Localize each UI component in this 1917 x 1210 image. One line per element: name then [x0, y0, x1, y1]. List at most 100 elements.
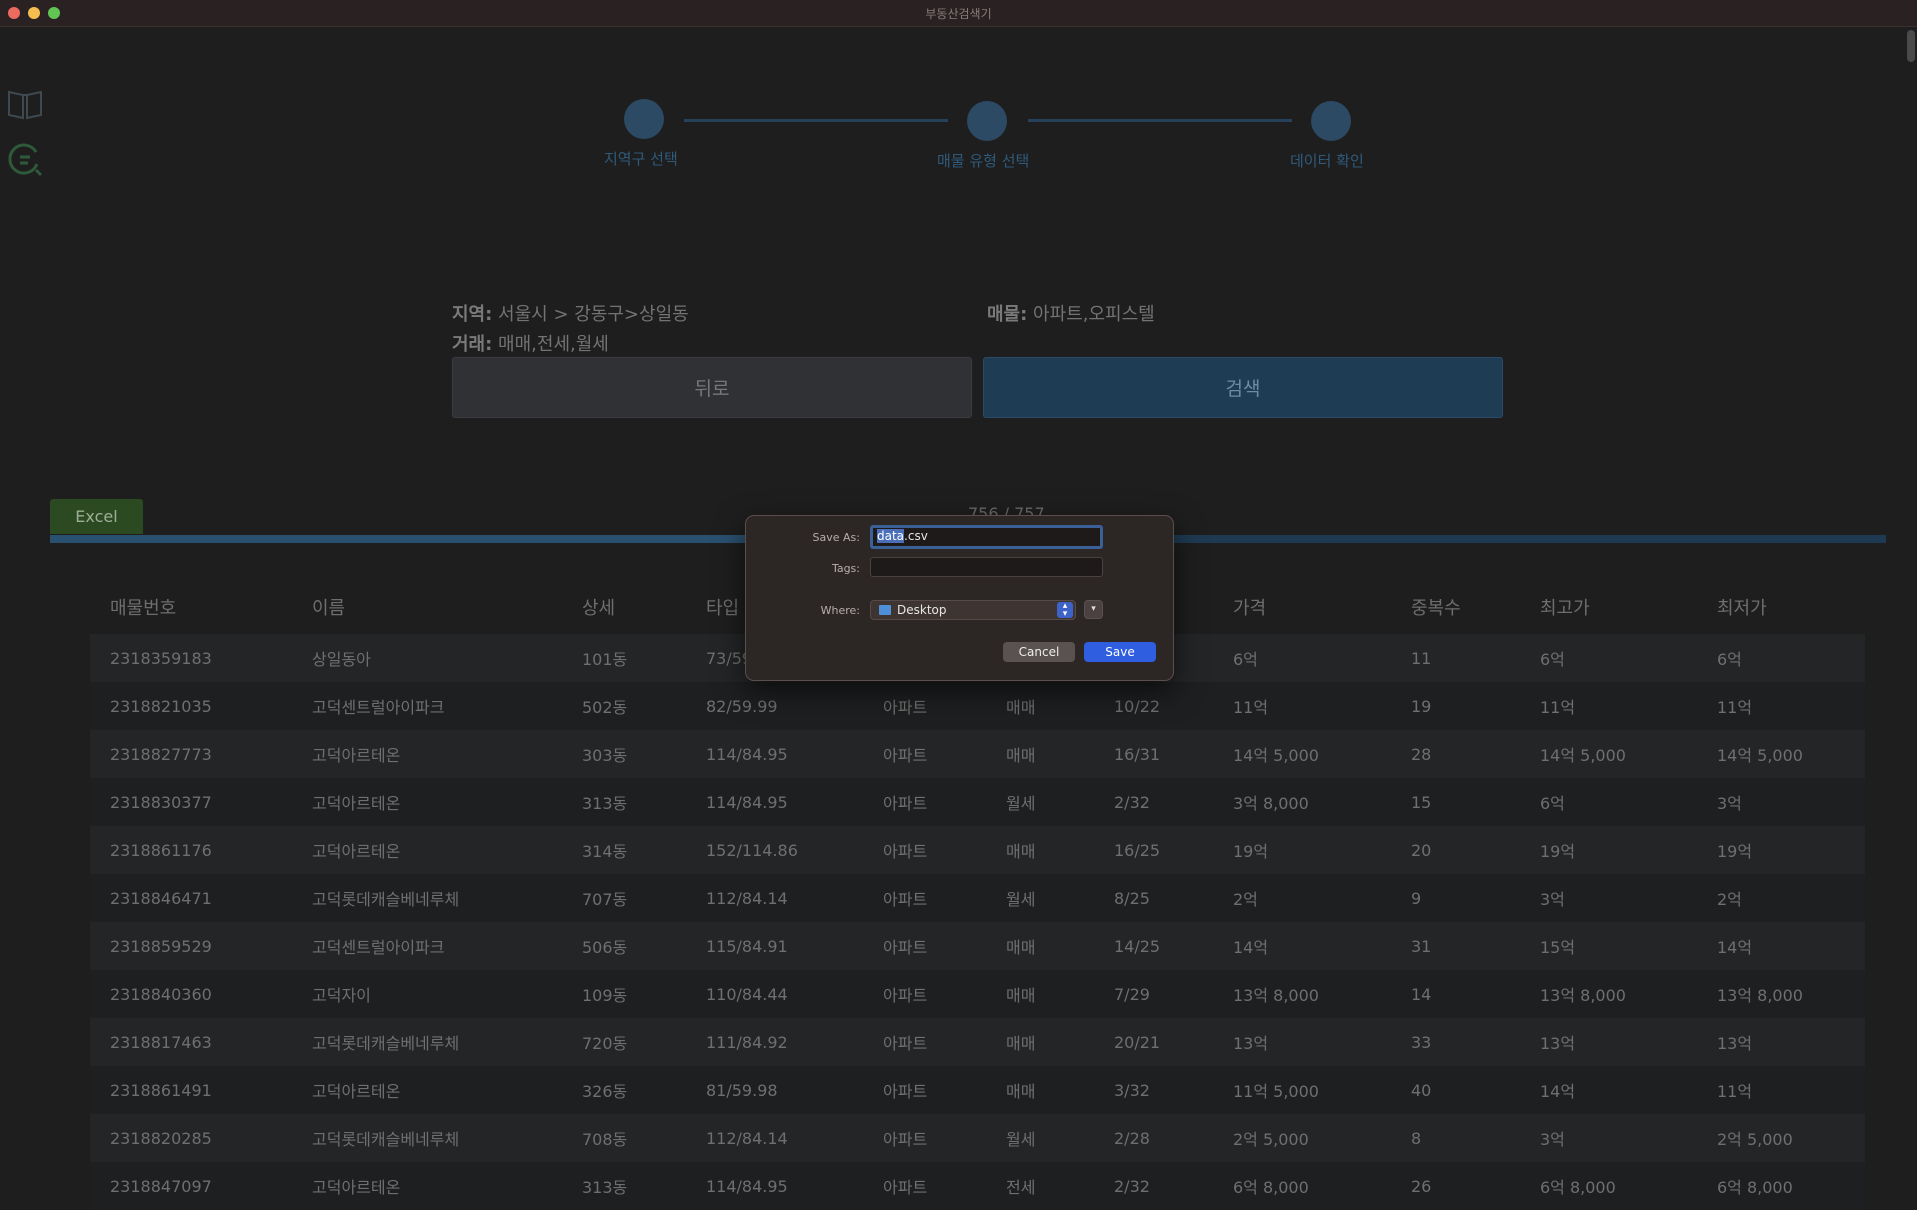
book-icon[interactable]	[6, 84, 44, 122]
table-cell: 15	[1391, 778, 1520, 826]
col-header[interactable]: 최고가	[1520, 580, 1697, 634]
table-row[interactable]: 2318830377 고덕아르테온 313동 114/84.95 아파트 월세 2/32 3억…	[90, 778, 1865, 826]
table-cell: 2318821035	[90, 682, 292, 730]
table-cell: 아파트	[863, 730, 986, 778]
window-title: 부동산검색기	[925, 7, 992, 21]
table-cell: 2억	[1697, 874, 1865, 922]
excel-export-button[interactable]: Excel	[50, 499, 143, 534]
table-cell: 14억 5,000	[1520, 730, 1697, 778]
table-cell: 매매	[986, 1066, 1094, 1114]
refresh-search-icon[interactable]	[6, 140, 44, 178]
table-row[interactable]: 2318840360 고덕자이 109동 110/84.44 아파트 매매 7/29 13억 …	[90, 970, 1865, 1018]
table-row[interactable]: 2318861176 고덕아르테온 314동 152/114.86 아파트 매매 16/25…	[90, 826, 1865, 874]
where-select[interactable]: Desktop ▴ ▾	[870, 600, 1076, 620]
table-cell: 13억	[1697, 1018, 1865, 1066]
where-label: Where:	[820, 604, 860, 617]
table-cell: 14억	[1213, 922, 1391, 970]
save-button[interactable]: Save	[1084, 642, 1156, 662]
progress-fill	[50, 535, 822, 543]
cancel-button[interactable]: Cancel	[1003, 642, 1075, 662]
table-cell: 3억 8,000	[1213, 778, 1391, 826]
table-cell: 2318817463	[90, 1018, 292, 1066]
col-header[interactable]: 상세	[562, 580, 686, 634]
property-label: 매물:	[987, 304, 1028, 325]
table-cell: 31	[1391, 922, 1520, 970]
region-value: 서울시 > 강동구>상일동	[492, 304, 689, 325]
table-cell: 707동	[562, 874, 686, 922]
table-cell: 110/84.44	[686, 970, 863, 1018]
table-cell: 9	[1391, 874, 1520, 922]
back-button[interactable]: 뒤로	[452, 357, 972, 418]
table-row[interactable]: 2318859529 고덕센트럴아이파크 506동 115/84.91 아파트 매매 14/…	[90, 922, 1865, 970]
table-cell: 2318847097	[90, 1162, 292, 1210]
table-cell: 2/28	[1094, 1114, 1213, 1162]
property-summary: 매물: 아파트,오피스텔	[987, 300, 1155, 326]
table-row[interactable]: 2318820285 고덕롯데캐슬베네루체 708동 112/84.14 아파트 월세 2/…	[90, 1114, 1865, 1162]
table-cell: 13억	[1213, 1018, 1391, 1066]
table-row[interactable]: 2318846471 고덕롯데캐슬베네루체 707동 112/84.14 아파트 월세 8/…	[90, 874, 1865, 922]
table-row[interactable]: 2318817463 고덕롯데캐슬베네루체 720동 111/84.92 아파트 매매 20…	[90, 1018, 1865, 1066]
save-as-field[interactable]: data.csv	[870, 525, 1103, 549]
table-cell: 2억	[1213, 874, 1391, 922]
col-header[interactable]: 최저가	[1697, 580, 1865, 634]
col-header[interactable]: 매물번호	[90, 580, 292, 634]
table-cell: 20	[1391, 826, 1520, 874]
table-cell: 11억 5,000	[1213, 1066, 1391, 1114]
table-cell: 11억	[1213, 682, 1391, 730]
step-3-circle[interactable]	[1311, 101, 1351, 141]
table-row[interactable]: 2318861491 고덕아르테온 326동 81/59.98 아파트 매매 3/32 11억…	[90, 1066, 1865, 1114]
table-cell: 502동	[562, 682, 686, 730]
table-cell: 월세	[986, 778, 1094, 826]
search-button[interactable]: 검색	[983, 357, 1503, 418]
table-cell: 114/84.95	[686, 1162, 863, 1210]
table-cell: 고덕아르테온	[292, 778, 562, 826]
table-cell: 아파트	[863, 1018, 986, 1066]
table-cell: 2/32	[1094, 1162, 1213, 1210]
step-2-circle[interactable]	[967, 101, 1007, 141]
region-summary: 지역: 서울시 > 강동구>상일동	[452, 300, 689, 326]
where-value: Desktop	[897, 603, 947, 617]
table-cell: 고덕아르테온	[292, 1162, 562, 1210]
table-cell: 152/114.86	[686, 826, 863, 874]
col-header[interactable]: 가격	[1213, 580, 1391, 634]
table-cell: 6억 8,000	[1697, 1162, 1865, 1210]
table-cell: 314동	[562, 826, 686, 874]
table-cell: 6억 8,000	[1520, 1162, 1697, 1210]
table-cell: 16/31	[1094, 730, 1213, 778]
step-1-label: 지역구 선택	[604, 150, 678, 168]
step-1-circle[interactable]	[624, 99, 664, 139]
table-cell: 111/84.92	[686, 1018, 863, 1066]
table-cell: 상일동아	[292, 634, 562, 682]
table-cell: 아파트	[863, 682, 986, 730]
table-cell: 313동	[562, 1162, 686, 1210]
table-cell: 2318830377	[90, 778, 292, 826]
table-cell: 101동	[562, 634, 686, 682]
tags-field[interactable]	[870, 557, 1103, 577]
table-cell: 2318859529	[90, 922, 292, 970]
table-cell: 2318861491	[90, 1066, 292, 1114]
col-header[interactable]: 중복수	[1391, 580, 1520, 634]
region-label: 지역:	[452, 304, 493, 325]
table-cell: 2318827773	[90, 730, 292, 778]
expand-chevron-icon[interactable]: ▾	[1084, 600, 1103, 619]
table-cell: 16/25	[1094, 826, 1213, 874]
table-row[interactable]: 2318847097 고덕아르테온 313동 114/84.95 아파트 전세 2/32 6억…	[90, 1162, 1865, 1210]
table-cell: 아파트	[863, 778, 986, 826]
tags-label: Tags:	[831, 562, 860, 575]
table-cell: 82/59.99	[686, 682, 863, 730]
table-cell: 109동	[562, 970, 686, 1018]
table-cell: 매매	[986, 682, 1094, 730]
table-cell: 13억 8,000	[1697, 970, 1865, 1018]
table-cell: 3억	[1520, 874, 1697, 922]
filename-extension: .csv	[904, 529, 928, 543]
table-row[interactable]: 2318821035 고덕센트럴아이파크 502동 82/59.99 아파트 매매 10/2…	[90, 682, 1865, 730]
table-cell: 2318846471	[90, 874, 292, 922]
table-cell: 고덕롯데캐슬베네루체	[292, 1114, 562, 1162]
table-row[interactable]: 2318827773 고덕아르테온 303동 114/84.95 아파트 매매 16/31 1…	[90, 730, 1865, 778]
scrollbar[interactable]	[1907, 30, 1915, 62]
table-cell: 고덕센트럴아이파크	[292, 682, 562, 730]
table-cell: 월세	[986, 874, 1094, 922]
table-cell: 8	[1391, 1114, 1520, 1162]
folder-icon	[879, 605, 891, 615]
col-header[interactable]: 이름	[292, 580, 562, 634]
